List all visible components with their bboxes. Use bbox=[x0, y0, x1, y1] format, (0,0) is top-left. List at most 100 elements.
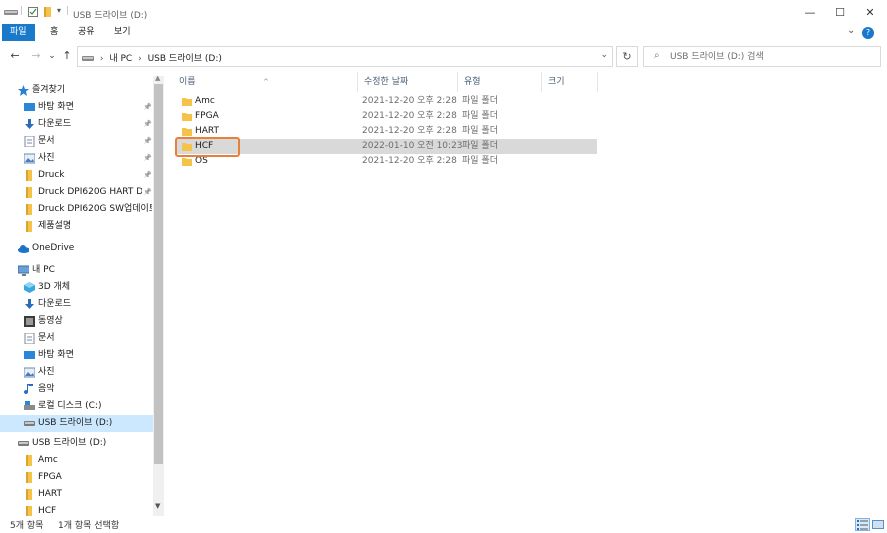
address-dropdown-icon[interactable]: ⌄ bbox=[600, 50, 608, 60]
ribbon-expand-icon[interactable]: ⌄ bbox=[847, 25, 855, 36]
computer-icon bbox=[18, 265, 29, 276]
breadcrumb-separator[interactable]: › bbox=[138, 54, 142, 64]
details-view-button[interactable] bbox=[855, 518, 870, 531]
close-button[interactable]: ✕ bbox=[855, 3, 885, 23]
nav-item-druck-hart[interactable]: Druck DPI620G HART DD F 📌 bbox=[0, 184, 152, 201]
nav-label: 다운로드 bbox=[38, 299, 72, 309]
pin-icon: 📌 bbox=[143, 188, 152, 196]
nav-item-desktop-pc[interactable]: 바탕 화면 bbox=[0, 347, 152, 364]
nav-item-music[interactable]: 음악 bbox=[0, 381, 152, 398]
file-row[interactable]: Amc 2021-12-20 오후 2:28 파일 폴더 bbox=[176, 94, 597, 109]
tab-view[interactable]: 보기 bbox=[106, 24, 139, 41]
up-button[interactable]: ↑ bbox=[60, 48, 74, 64]
folder-icon bbox=[26, 187, 32, 198]
nav-label: 바탕 화면 bbox=[38, 102, 74, 112]
file-name: Amc bbox=[195, 96, 215, 106]
nav-item-usb-drive[interactable]: USB 드라이브 (D:) bbox=[0, 415, 153, 432]
scrollbar-thumb[interactable] bbox=[154, 84, 163, 464]
nav-label: 다운로드 bbox=[38, 119, 72, 129]
pin-icon: 📌 bbox=[143, 120, 152, 128]
properties-icon[interactable] bbox=[28, 7, 38, 17]
file-row[interactable]: HART 2021-12-20 오후 2:28 파일 폴더 bbox=[176, 124, 597, 139]
search-icon: ⌕ bbox=[654, 50, 660, 61]
nav-item-product-manual[interactable]: 제품설명 bbox=[0, 218, 152, 235]
file-date: 2021-12-20 오후 2:28 bbox=[362, 111, 457, 121]
file-row[interactable]: OS 2021-12-20 오후 2:28 파일 폴더 bbox=[176, 154, 597, 169]
nav-usb-item-hart[interactable]: HART bbox=[0, 486, 152, 503]
window-title: USB 드라이브 (D:) bbox=[73, 11, 148, 21]
file-date: 2021-12-20 오후 2:28 bbox=[362, 126, 457, 136]
nav-item-downloads-pc[interactable]: 다운로드 bbox=[0, 296, 152, 313]
nav-item-videos[interactable]: 동영상 bbox=[0, 313, 152, 330]
folder-icon bbox=[26, 170, 32, 181]
nav-item-pictures-pc[interactable]: 사진 bbox=[0, 364, 152, 381]
new-folder-icon[interactable] bbox=[43, 7, 53, 17]
scroll-down-icon[interactable]: ▼ bbox=[155, 502, 160, 510]
navigation-pane: 즐겨찾기 바탕 화면 📌 다운로드 📌 문서 📌 사진 📌 Druck 📌 Dr… bbox=[0, 76, 165, 516]
pin-icon: 📌 bbox=[143, 154, 152, 162]
breadcrumb-separator[interactable]: › bbox=[100, 54, 104, 64]
file-row[interactable]: FPGA 2021-12-20 오후 2:28 파일 폴더 bbox=[176, 109, 597, 124]
download-icon bbox=[25, 299, 34, 309]
file-type: 파일 폴더 bbox=[462, 111, 498, 121]
pin-icon: 📌 bbox=[143, 103, 152, 111]
nav-label: HART bbox=[38, 489, 63, 499]
tab-share[interactable]: 공유 bbox=[70, 24, 103, 41]
folder-icon bbox=[26, 455, 32, 466]
pin-icon: 📌 bbox=[143, 171, 152, 179]
nav-onedrive[interactable]: OneDrive bbox=[0, 240, 152, 257]
usb-drive-icon bbox=[18, 441, 29, 446]
nav-label: 사진 bbox=[38, 153, 55, 163]
column-header-size[interactable]: 크기 bbox=[542, 72, 598, 92]
title-bar: | ▾ | USB 드라이브 (D:) — ☐ ✕ bbox=[0, 0, 887, 24]
nav-item-documents[interactable]: 문서 📌 bbox=[0, 133, 152, 150]
forward-button[interactable]: → bbox=[29, 48, 43, 64]
nav-this-pc[interactable]: 내 PC bbox=[0, 262, 152, 279]
back-button[interactable]: ← bbox=[8, 48, 22, 64]
nav-quick-access[interactable]: 즐겨찾기 bbox=[0, 82, 150, 99]
address-bar[interactable]: › 내 PC › USB 드라이브 (D:) ⌄ bbox=[77, 46, 613, 67]
nav-scrollbar[interactable]: ▲ ▼ bbox=[153, 74, 164, 516]
title-divider: | bbox=[66, 6, 70, 16]
nav-item-documents-pc[interactable]: 문서 bbox=[0, 330, 152, 347]
tab-home[interactable]: 홈 bbox=[42, 24, 66, 41]
nav-usb-item-hcf[interactable]: HCF bbox=[0, 503, 152, 516]
tab-file[interactable]: 파일 bbox=[2, 24, 35, 41]
nav-item-local-disk[interactable]: 로컬 디스크 (C:) bbox=[0, 398, 152, 415]
large-icons-view-button[interactable] bbox=[871, 518, 886, 531]
search-box[interactable]: ⌕ bbox=[643, 46, 881, 67]
breadcrumb-this-pc[interactable]: 내 PC bbox=[109, 54, 132, 64]
help-button[interactable]: ? bbox=[862, 27, 874, 39]
column-header-name[interactable]: 이름 ^ bbox=[173, 72, 358, 92]
column-header-date[interactable]: 수정한 날짜 bbox=[358, 72, 458, 92]
nav-usb-item-amc[interactable]: Amc bbox=[0, 452, 152, 469]
maximize-button[interactable]: ☐ bbox=[825, 3, 855, 23]
scroll-up-icon[interactable]: ▲ bbox=[155, 74, 160, 82]
status-bar: 5개 항목 1개 항목 선택함 bbox=[0, 516, 887, 533]
desktop-icon bbox=[24, 351, 35, 359]
sort-ascending-icon: ^ bbox=[263, 78, 269, 86]
nav-usb-item-fpga[interactable]: FPGA bbox=[0, 469, 152, 486]
file-type: 파일 폴더 bbox=[462, 141, 498, 151]
breadcrumb-usb-drive[interactable]: USB 드라이브 (D:) bbox=[148, 54, 222, 64]
minimize-button[interactable]: — bbox=[795, 3, 825, 23]
file-type: 파일 폴더 bbox=[462, 96, 498, 106]
recent-locations-button[interactable]: ⌄ bbox=[45, 48, 59, 64]
nav-item-desktop[interactable]: 바탕 화면 📌 bbox=[0, 99, 152, 116]
nav-item-pictures[interactable]: 사진 📌 bbox=[0, 150, 152, 167]
nav-label: 문서 bbox=[38, 136, 55, 146]
nav-item-druck-sw[interactable]: Druck DPI620G SW업데이트_ bbox=[0, 201, 152, 218]
nav-label: HCF bbox=[38, 506, 57, 516]
quick-access-dropdown-icon[interactable]: ▾ bbox=[57, 6, 61, 15]
nav-usb-root[interactable]: USB 드라이브 (D:) bbox=[0, 435, 152, 452]
3d-objects-icon bbox=[24, 282, 35, 293]
search-input[interactable] bbox=[670, 49, 875, 64]
nav-item-3d-objects[interactable]: 3D 개체 bbox=[0, 279, 152, 296]
refresh-button[interactable]: ↻ bbox=[616, 46, 638, 67]
column-header-type[interactable]: 유형 bbox=[458, 72, 542, 92]
nav-label: Druck DPI620G HART DD F bbox=[38, 187, 142, 197]
nav-label: 로컬 디스크 (C:) bbox=[38, 401, 102, 411]
nav-item-druck[interactable]: Druck 📌 bbox=[0, 167, 152, 184]
folder-icon bbox=[182, 113, 192, 121]
nav-item-downloads[interactable]: 다운로드 📌 bbox=[0, 116, 152, 133]
